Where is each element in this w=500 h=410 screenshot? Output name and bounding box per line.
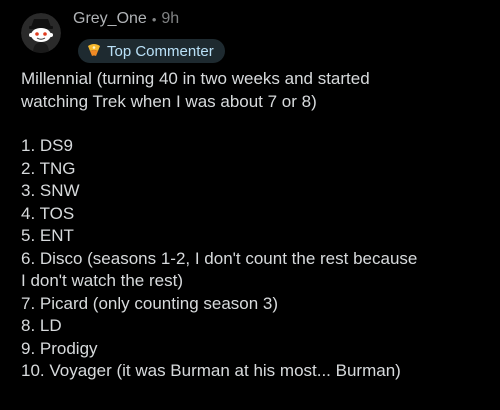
list-item: 2. TNG — [21, 158, 76, 178]
comment-intro-line: watching Trek when I was about 7 or 8) — [21, 91, 317, 111]
comment-card: Grey_One • 9h Top Commenter Millennial (… — [0, 0, 500, 410]
user-avatar[interactable] — [21, 13, 61, 53]
list-item: 9. Prodigy — [21, 338, 98, 358]
snoo-avatar-icon — [21, 13, 61, 53]
comment-meta: Grey_One • 9h — [73, 9, 179, 29]
list-item: 8. LD — [21, 316, 62, 335]
comment-timestamp: 9h — [161, 10, 180, 27]
comment-body: Millennial (turning 40 in two weeks and … — [21, 68, 491, 383]
top-commenter-badge: Top Commenter — [78, 39, 225, 63]
list-item: I don't watch the rest) — [21, 271, 183, 290]
list-item: 5. ENT — [21, 226, 74, 245]
list-item: 3. SNW — [21, 181, 80, 200]
username-link[interactable]: Grey_One — [73, 10, 147, 28]
trophy-icon — [85, 43, 103, 59]
comment-intro-line: Millennial (turning 40 in two weeks and … — [21, 69, 370, 88]
list-item: 4. TOS — [21, 203, 75, 223]
list-item: 1. DS9 — [21, 136, 73, 155]
meta-separator: • — [151, 11, 157, 27]
list-item: 10. Voyager (it was Burman at his most..… — [21, 361, 401, 380]
list-item: 7. Picard (only counting season 3) — [21, 293, 279, 313]
list-item: 6. Disco (seasons 1-2, I don't count the… — [21, 248, 418, 268]
badge-label: Top Commenter — [107, 42, 214, 60]
